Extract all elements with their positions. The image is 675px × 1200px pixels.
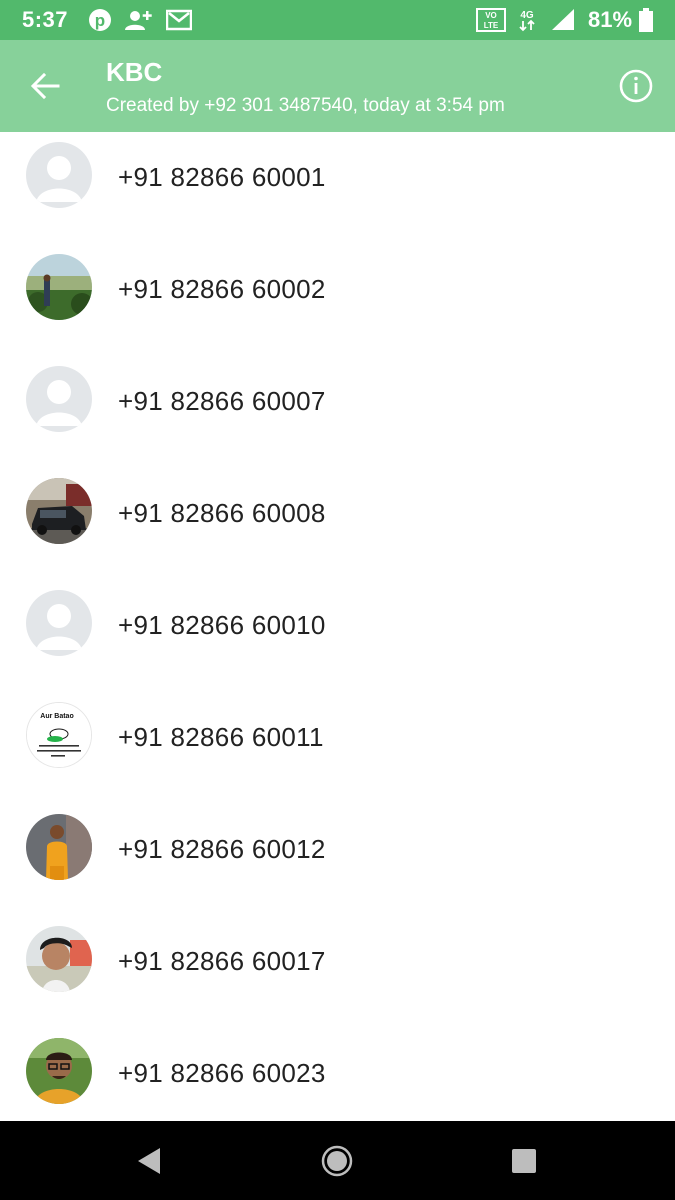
info-icon: [619, 69, 653, 103]
default-avatar-icon: [26, 590, 92, 656]
member-row[interactable]: +91 82866 60010: [0, 580, 675, 692]
group-subtitle[interactable]: Created by +92 301 3487540, today at 3:5…: [106, 95, 505, 117]
battery-icon: [639, 8, 653, 32]
nav-recents-button[interactable]: [504, 1141, 544, 1181]
gmail-icon: [165, 8, 193, 32]
car-photo-avatar: [26, 478, 92, 544]
signal-icon: [550, 8, 576, 32]
back-arrow-icon: [30, 72, 60, 100]
status-bar: 5:37 p VO LTE 4G 81%: [0, 0, 675, 40]
person-photo-avatar: [26, 814, 92, 880]
member-row[interactable]: +91 82866 60017: [0, 916, 675, 1028]
svg-text:p: p: [95, 11, 105, 30]
app-bar: KBC Created by +92 301 3487540, today at…: [0, 40, 675, 132]
member-row[interactable]: +91 82866 60007: [0, 356, 675, 468]
add-contact-icon: [124, 8, 154, 32]
group-info-button[interactable]: [612, 62, 660, 110]
member-row[interactable]: +91 82866 60023: [0, 1028, 675, 1121]
member-phone-number: +91 82866 60012: [118, 834, 326, 864]
default-avatar-icon: [26, 366, 92, 432]
svg-text:LTE: LTE: [484, 21, 499, 30]
member-phone-number: +91 82866 60023: [118, 1058, 326, 1088]
nav-back-button[interactable]: [130, 1141, 170, 1181]
nav-home-button[interactable]: [317, 1141, 357, 1181]
selfie-photo-avatar: [26, 926, 92, 992]
svg-text:VO: VO: [485, 11, 497, 20]
member-row[interactable]: +91 82866 60002: [0, 244, 675, 356]
member-list[interactable]: +91 82866 60001 +91 82866 60002 +91 8286…: [0, 132, 675, 1121]
member-phone-number: +91 82866 60002: [118, 274, 326, 304]
pinterest-icon: p: [88, 8, 112, 32]
battery-percent: 81%: [588, 7, 633, 32]
circle-home-icon: [321, 1145, 353, 1177]
svg-text:4G: 4G: [520, 10, 534, 21]
member-row[interactable]: Aur Batao +91 82866 60011: [0, 692, 675, 804]
4g-data-icon: 4G: [515, 8, 539, 32]
system-navigation-bar: [0, 1121, 675, 1200]
back-button[interactable]: [18, 60, 72, 114]
member-row[interactable]: +91 82866 60012: [0, 804, 675, 916]
member-phone-number: +91 82866 60011: [118, 722, 324, 752]
outdoor-photo-avatar: [26, 254, 92, 320]
member-phone-number: +91 82866 60001: [118, 162, 326, 192]
member-phone-number: +91 82866 60008: [118, 498, 326, 528]
volte-icon: VO LTE: [476, 8, 506, 32]
member-phone-number: +91 82866 60010: [118, 610, 326, 640]
default-avatar-icon: [26, 142, 92, 208]
sticker-text: Aur Batao: [40, 713, 73, 720]
member-row[interactable]: +91 82866 60008: [0, 468, 675, 580]
triangle-back-icon: [138, 1148, 160, 1174]
selfie-glasses-photo-avatar: [26, 1038, 92, 1104]
square-recents-icon: [512, 1149, 536, 1173]
whatsapp-group-members-screen: 5:37 p VO LTE 4G 81% KBC Created by +92 …: [0, 0, 675, 1200]
member-phone-number: +91 82866 60007: [118, 386, 326, 416]
sticker-avatar: Aur Batao: [26, 702, 92, 768]
member-phone-number: +91 82866 60017: [118, 946, 326, 976]
member-row[interactable]: +91 82866 60001: [0, 132, 675, 244]
group-title[interactable]: KBC: [106, 57, 162, 88]
status-time: 5:37: [22, 7, 69, 32]
